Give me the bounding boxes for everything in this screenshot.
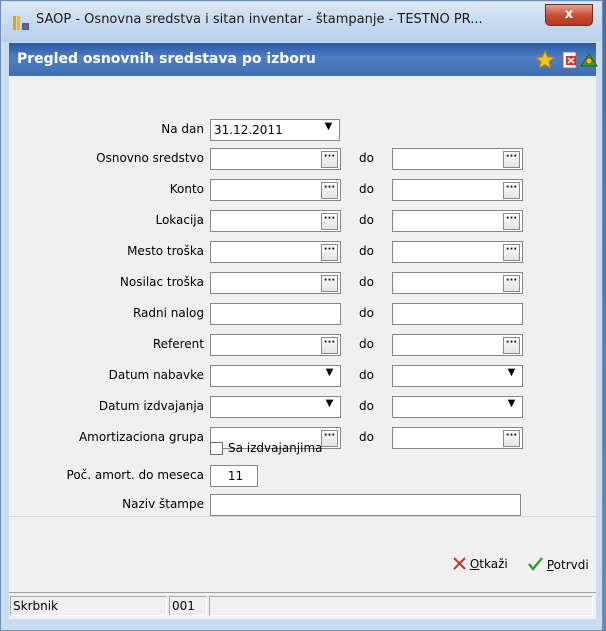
mesto-tro-ka-to-input[interactable]: ··· — [392, 241, 523, 263]
amortizaciona-grupa-label: Amortizaciona grupa — [78, 430, 204, 444]
datum-izdvajanja-label: Datum izdvajanja — [98, 399, 204, 413]
nosilac-tro-ka-do-label: do — [359, 275, 374, 289]
form-header: Pregled osnovnih sredstava po izboru — [9, 43, 599, 76]
datum-nabavke-from-input[interactable]: ▼ — [210, 365, 341, 387]
chevron-down-icon[interactable]: ▼ — [321, 399, 338, 416]
konto-do-label: do — [359, 182, 374, 196]
chevron-down-icon[interactable]: ▼ — [320, 122, 337, 139]
close-button[interactable]: x — [545, 4, 593, 26]
cancel-label: tkaži — [479, 557, 508, 571]
status-user-text: Skrbnik — [13, 599, 59, 613]
na-dan-value: 31.12.2011 — [214, 123, 283, 137]
status-bar: Skrbnik 001 — [9, 592, 596, 619]
form-title: Pregled osnovnih sredstava po izboru — [17, 51, 316, 67]
referent-from-input[interactable]: ··· — [210, 334, 341, 356]
lokacija-do-label: do — [359, 213, 374, 227]
datum-izdvajanja-from-input[interactable]: ▼ — [210, 396, 341, 418]
osnovno-sredstvo-label: Osnovno sredstvo — [96, 151, 204, 165]
ellipsis-icon[interactable]: ··· — [321, 337, 338, 354]
poc-amort-label: Poč. amort. do meseca — [66, 468, 204, 482]
radni-nalog-label: Radni nalog — [132, 306, 204, 320]
datum-nabavke-to-input[interactable]: ▼ — [392, 365, 523, 387]
ellipsis-icon[interactable]: ··· — [503, 430, 520, 447]
chevron-down-icon[interactable]: ▼ — [503, 368, 520, 385]
lokacija-to-input[interactable]: ··· — [392, 210, 523, 232]
chevron-down-icon[interactable]: ▼ — [503, 399, 520, 416]
ellipsis-icon[interactable]: ··· — [503, 337, 520, 354]
window-title: SAOP - Osnovna sredstva i sitan inventar… — [36, 12, 483, 27]
footer-divider — [9, 516, 596, 517]
amortizaciona-grupa-to-input[interactable]: ··· — [392, 427, 523, 449]
konto-to-input[interactable]: ··· — [392, 179, 523, 201]
ellipsis-icon[interactable]: ··· — [321, 182, 338, 199]
referent-label: Referent — [152, 337, 204, 351]
poc-amort-input[interactable]: 11 — [210, 465, 258, 487]
cross-icon — [453, 557, 466, 570]
konto-label: Konto — [169, 182, 204, 196]
pdf-icon[interactable] — [560, 50, 580, 70]
naziv-stampe-input[interactable] — [210, 494, 521, 516]
ellipsis-icon[interactable]: ··· — [321, 213, 338, 230]
cancel-button[interactable]: Otkaži — [453, 557, 508, 571]
status-code-text: 001 — [172, 599, 195, 613]
amortizaciona-grupa-do-label: do — [359, 430, 374, 444]
radni-nalog-to-input[interactable] — [392, 303, 523, 325]
sa-izdvajanjima-checkbox[interactable] — [210, 442, 223, 455]
osnovno-sredstvo-do-label: do — [359, 151, 374, 165]
ellipsis-icon[interactable]: ··· — [503, 182, 520, 199]
cancel-mnemonic: O — [469, 557, 480, 571]
app-window: SAOP - Osnovna sredstva i sitan inventar… — [0, 0, 603, 631]
confirm-label: otrvdi — [553, 558, 589, 572]
lokacija-label: Lokacija — [155, 213, 204, 227]
confirm-mnemonic: P — [546, 558, 554, 572]
referent-do-label: do — [359, 337, 374, 351]
close-icon: x — [564, 7, 574, 22]
app-logo-icon — [13, 16, 29, 30]
datum-nabavke-label: Datum nabavke — [108, 368, 204, 382]
ellipsis-icon[interactable]: ··· — [503, 151, 520, 168]
lokacija-from-input[interactable]: ··· — [210, 210, 341, 232]
mesto-tro-ka-do-label: do — [359, 244, 374, 258]
exit-icon[interactable] — [579, 50, 599, 70]
konto-from-input[interactable]: ··· — [210, 179, 341, 201]
ellipsis-icon[interactable]: ··· — [321, 244, 338, 261]
confirm-button[interactable]: Potrvdi — [528, 557, 589, 572]
star-icon[interactable] — [535, 50, 555, 70]
checkmark-icon — [528, 557, 543, 571]
referent-to-input[interactable]: ··· — [392, 334, 523, 356]
ellipsis-icon[interactable]: ··· — [321, 430, 338, 447]
osnovno-sredstvo-from-input[interactable]: ··· — [210, 148, 341, 170]
nosilac-tro-ka-from-input[interactable]: ··· — [210, 272, 341, 294]
osnovno-sredstvo-to-input[interactable]: ··· — [392, 148, 523, 170]
ellipsis-icon[interactable]: ··· — [503, 275, 520, 292]
poc-amort-value: 11 — [227, 469, 244, 483]
nosilac-tro-ka-to-input[interactable]: ··· — [392, 272, 523, 294]
form-panel: Na dan 31.12.2011 ▼ Osnovno sredstvo ··· d… — [9, 76, 596, 592]
ellipsis-icon[interactable]: ··· — [503, 244, 520, 261]
mesto-tro-ka-label: Mesto troška — [127, 244, 204, 258]
datum-izdvajanja-do-label: do — [359, 399, 374, 413]
status-user: Skrbnik — [10, 596, 167, 616]
ellipsis-icon[interactable]: ··· — [321, 151, 338, 168]
sa-izdvajanjima-label: Sa izdvajanjima — [228, 441, 323, 455]
title-bar[interactable]: SAOP - Osnovna sredstva i sitan inventar… — [2, 2, 601, 42]
radni-nalog-do-label: do — [359, 306, 374, 320]
radni-nalog-from-input[interactable] — [210, 303, 341, 325]
naziv-stampe-label: Naziv štampe — [122, 497, 204, 511]
mesto-tro-ka-from-input[interactable]: ··· — [210, 241, 341, 263]
na-dan-dropdown[interactable]: 31.12.2011 ▼ — [210, 119, 340, 141]
status-code: 001 — [169, 596, 207, 616]
datum-izdvajanja-to-input[interactable]: ▼ — [392, 396, 523, 418]
ellipsis-icon[interactable]: ··· — [321, 275, 338, 292]
chevron-down-icon[interactable]: ▼ — [321, 368, 338, 385]
nosilac-tro-ka-label: Nosilac troška — [119, 275, 204, 289]
na-dan-label: Na dan — [161, 122, 204, 136]
ellipsis-icon[interactable]: ··· — [503, 213, 520, 230]
status-empty — [209, 596, 593, 616]
datum-nabavke-do-label: do — [359, 368, 374, 382]
